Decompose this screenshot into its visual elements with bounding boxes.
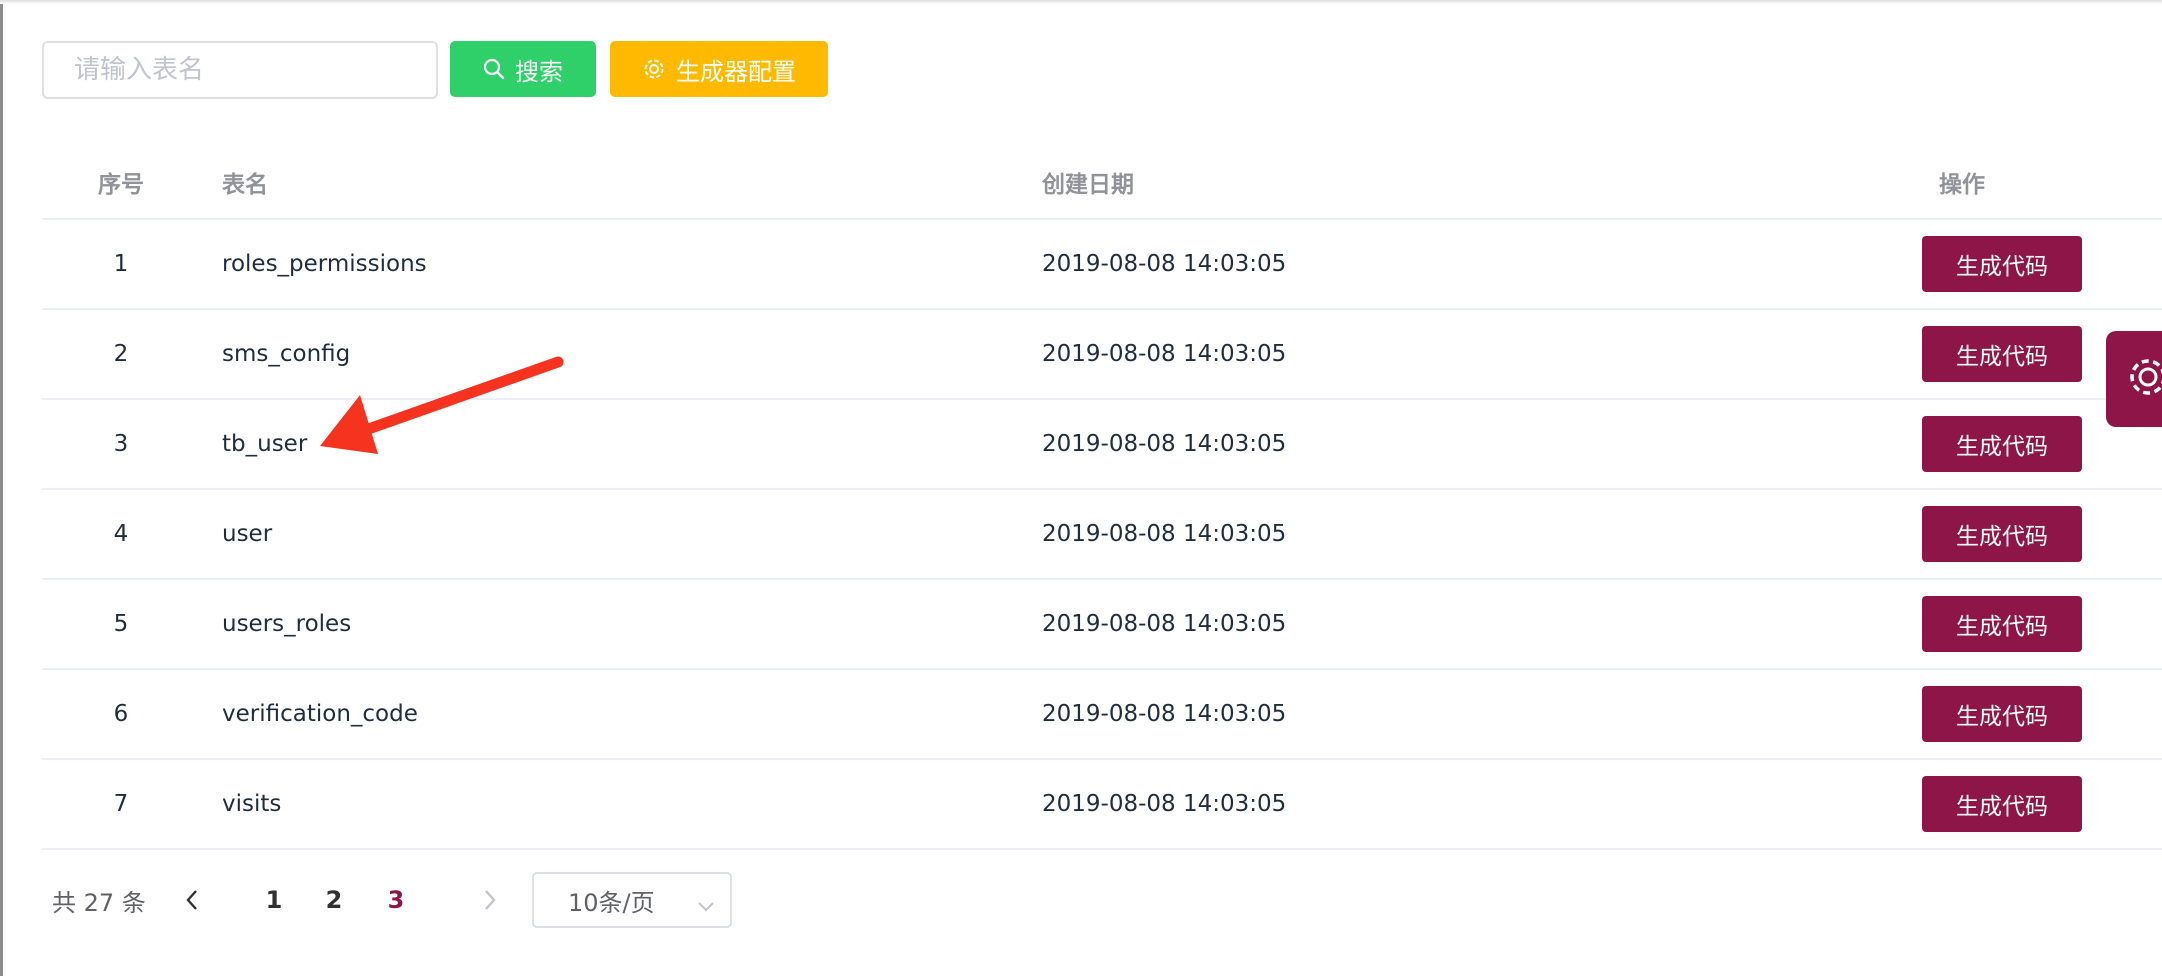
generate-code-button[interactable]: 生成代码 xyxy=(1922,686,2082,742)
header-actions: 操作 xyxy=(1939,171,1985,198)
row-table-name: verification_code xyxy=(222,701,418,727)
pagination: 共 27 条 1 2 3 10条/页 xyxy=(52,872,752,928)
row-created-date: 2019-08-08 14:03:05 xyxy=(1042,251,1287,277)
header-index: 序号 xyxy=(98,171,144,198)
page-size-select[interactable]: 10条/页 xyxy=(532,872,732,928)
search-button[interactable]: 搜索 xyxy=(450,41,596,97)
row-actions: 生成代码 xyxy=(1922,490,2162,578)
row-actions: 生成代码 xyxy=(1922,670,2162,758)
row-actions: 生成代码 xyxy=(1922,220,2162,308)
generate-code-button[interactable]: 生成代码 xyxy=(1922,776,2082,832)
search-icon xyxy=(483,58,505,80)
page-2[interactable]: 2 xyxy=(314,872,354,928)
row-index: 1 xyxy=(113,251,129,277)
gear-icon xyxy=(642,57,666,81)
table-name-search-input[interactable] xyxy=(42,41,438,99)
row-created-date: 2019-08-08 14:03:05 xyxy=(1042,521,1287,547)
generator-config-button[interactable]: 生成器配置 xyxy=(610,41,828,97)
pagination-total: 共 27 条 xyxy=(52,888,146,917)
table-row: 6 verification_code 2019-08-08 14:03:05 … xyxy=(42,670,2162,760)
table-row: 1 roles_permissions 2019-08-08 14:03:05 … xyxy=(42,220,2162,310)
row-index: 7 xyxy=(113,791,129,817)
row-actions: 生成代码 xyxy=(1922,760,2162,848)
row-index: 4 xyxy=(113,521,129,547)
row-table-name: roles_permissions xyxy=(222,251,427,277)
chevron-down-icon xyxy=(696,892,716,920)
floating-settings-button[interactable] xyxy=(2106,331,2162,427)
window-left-edge xyxy=(0,0,3,976)
row-created-date: 2019-08-08 14:03:05 xyxy=(1042,341,1287,367)
row-index: 3 xyxy=(113,431,129,457)
annotation-arrow xyxy=(320,356,564,454)
search-button-label: 搜索 xyxy=(515,57,563,86)
gear-icon xyxy=(2126,355,2162,403)
table-row: 7 visits 2019-08-08 14:03:05 生成代码 xyxy=(42,760,2162,850)
generator-config-label: 生成器配置 xyxy=(676,57,796,86)
generate-code-button[interactable]: 生成代码 xyxy=(1922,416,2082,472)
row-index: 5 xyxy=(113,611,129,637)
generate-code-button[interactable]: 生成代码 xyxy=(1922,236,2082,292)
header-created-date: 创建日期 xyxy=(1042,171,1134,198)
chevron-right-icon[interactable] xyxy=(482,872,498,928)
top-shadow xyxy=(0,0,2162,4)
row-index: 2 xyxy=(113,341,129,367)
page-1[interactable]: 1 xyxy=(254,872,294,928)
page-size-value: 10条/页 xyxy=(568,888,655,917)
chevron-left-icon[interactable] xyxy=(184,872,200,928)
table-header: 序号 表名 创建日期 操作 xyxy=(42,145,2162,220)
row-table-name: visits xyxy=(222,791,282,817)
page-3-current[interactable]: 3 xyxy=(376,872,416,928)
row-created-date: 2019-08-08 14:03:05 xyxy=(1042,701,1287,727)
generate-code-button[interactable]: 生成代码 xyxy=(1922,596,2082,652)
row-created-date: 2019-08-08 14:03:05 xyxy=(1042,611,1287,637)
row-table-name: user xyxy=(222,521,273,547)
row-table-name: users_roles xyxy=(222,611,352,637)
generate-code-button[interactable]: 生成代码 xyxy=(1922,326,2082,382)
table-row: 5 users_roles 2019-08-08 14:03:05 生成代码 xyxy=(42,580,2162,670)
row-index: 6 xyxy=(113,701,129,727)
row-created-date: 2019-08-08 14:03:05 xyxy=(1042,791,1287,817)
table-row: 4 user 2019-08-08 14:03:05 生成代码 xyxy=(42,490,2162,580)
generate-code-button[interactable]: 生成代码 xyxy=(1922,506,2082,562)
row-actions: 生成代码 xyxy=(1922,580,2162,668)
row-created-date: 2019-08-08 14:03:05 xyxy=(1042,431,1287,457)
table: 序号 表名 创建日期 操作 1 roles_permissions 2019-0… xyxy=(42,145,2162,850)
header-table-name: 表名 xyxy=(222,171,268,198)
